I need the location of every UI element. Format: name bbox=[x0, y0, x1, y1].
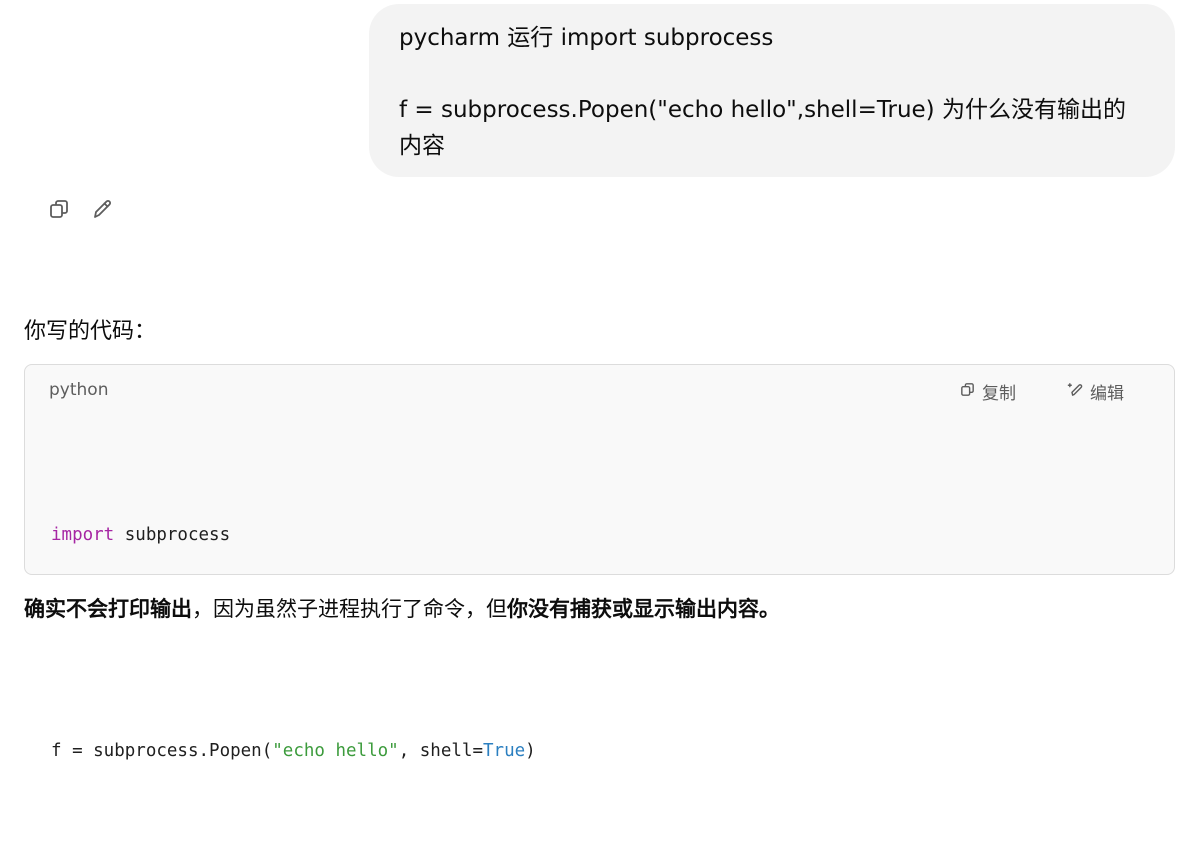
plain-text: ，因为虽然子进程执行了命令，但 bbox=[192, 597, 507, 621]
copy-code-label: 复制 bbox=[982, 384, 1016, 404]
copy-message-button[interactable] bbox=[44, 196, 74, 226]
edit-sparkle-icon bbox=[1067, 381, 1084, 403]
code-line: import subprocess bbox=[51, 517, 536, 553]
user-message-bubble: pycharm 运行 import subprocess f = subproc… bbox=[369, 4, 1175, 177]
edit-message-button[interactable] bbox=[88, 196, 118, 226]
code-boolean: True bbox=[483, 741, 526, 761]
copy-code-button[interactable]: 复制 bbox=[959, 379, 1016, 404]
user-message-line-3: 内容 bbox=[399, 133, 445, 159]
code-text: ) bbox=[525, 741, 536, 761]
code-keyword: import bbox=[51, 525, 115, 545]
code-block: python 复制 编辑 import subprocess f = subpr… bbox=[24, 364, 1175, 761]
code-body: import subprocess f = subprocess.Popen("… bbox=[51, 445, 536, 841]
response-intro: 你写的代码： bbox=[24, 319, 157, 344]
user-message-line-2: f = subprocess.Popen("echo hello",shell=… bbox=[399, 97, 1126, 123]
bold-text: 确实不会打印输出 bbox=[24, 597, 192, 621]
code-line: f = subprocess.Popen("echo hello", shell… bbox=[51, 733, 536, 769]
pencil-icon bbox=[91, 197, 115, 225]
code-block-header: python 复制 编辑 bbox=[25, 365, 1174, 419]
edit-code-label: 编辑 bbox=[1090, 384, 1124, 404]
code-language-label: python bbox=[49, 380, 109, 400]
response-paragraph: 确实不会打印输出，因为虽然子进程执行了命令，但你没有捕获或显示输出内容。 bbox=[24, 591, 780, 627]
code-text: subprocess bbox=[114, 525, 231, 545]
code-text: , shell= bbox=[398, 741, 483, 761]
edit-code-button[interactable]: 编辑 bbox=[1067, 379, 1124, 404]
message-actions bbox=[44, 196, 118, 226]
user-message-line-1: pycharm 运行 import subprocess bbox=[399, 25, 774, 51]
code-string: "echo hello" bbox=[272, 741, 399, 761]
copy-icon bbox=[47, 197, 71, 225]
code-text: f = subprocess.Popen( bbox=[51, 741, 273, 761]
bold-text: 你没有捕获或显示输出内容。 bbox=[507, 597, 780, 621]
copy-icon bbox=[959, 381, 976, 403]
